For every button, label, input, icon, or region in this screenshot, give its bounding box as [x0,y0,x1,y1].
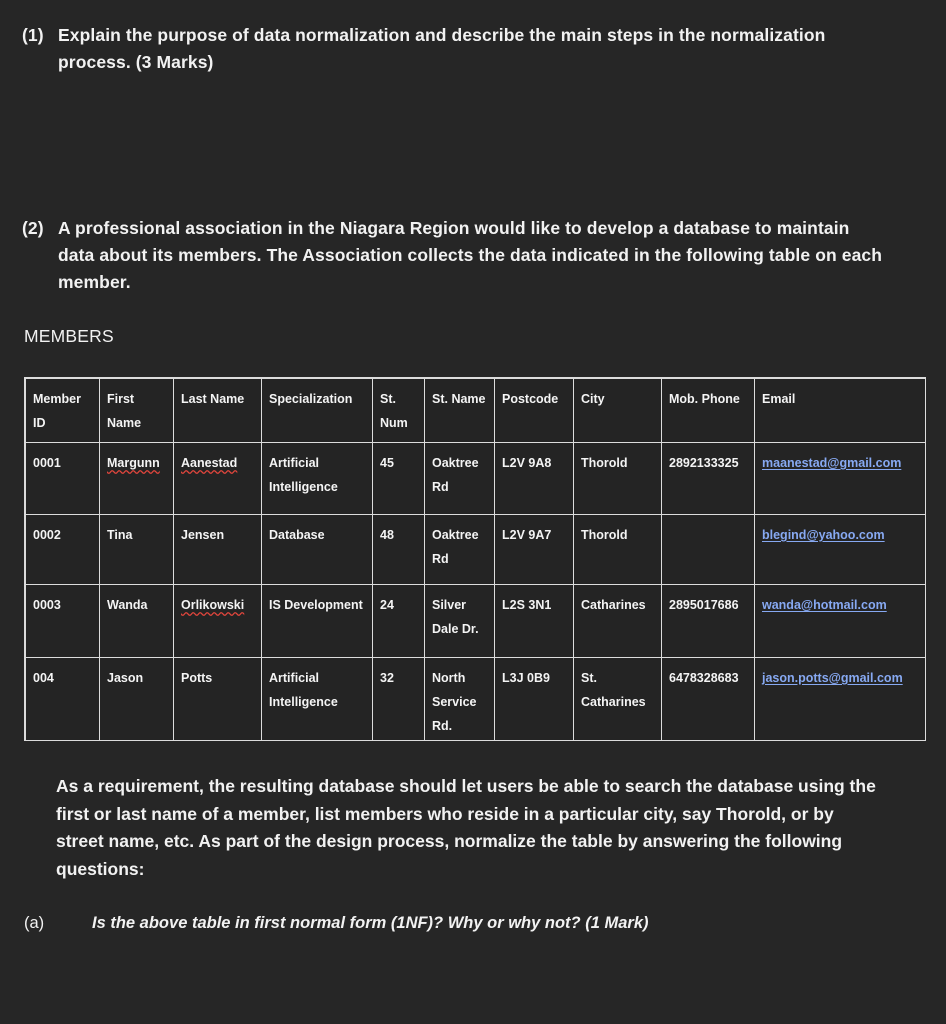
cell-last-name: Potts [173,657,262,740]
sub-question-a-label: (a) [24,914,45,932]
question-1-text: Explain the purpose of data normalizatio… [58,22,946,76]
members-table: Member ID First Name Last Name Specializ… [25,378,925,740]
question-2-number: (2) [22,218,44,238]
table-header-row: Member ID First Name Last Name Specializ… [25,378,925,443]
column-header-postcode: Postcode [494,378,574,443]
cell-st-num: 32 [372,657,425,740]
cell-city: Catharines [573,584,662,658]
cell-email: maanestad@gmail.com [754,442,925,515]
question-1-number: (1) [22,25,44,45]
members-table-body: 0001 Margunn Aanestad Artificial Intelli… [25,442,925,740]
table-row: 0003 Wanda Orlikowski IS Development 24 … [25,584,925,658]
cell-first-name: Margunn [99,442,174,515]
cell-specialization: Artificial Intelligence [261,442,373,515]
cell-st-name: North Service Rd. [424,657,495,740]
cell-specialization: Database [261,514,373,585]
column-header-last-name: Last Name [173,378,262,443]
cell-mob-phone: 2892133325 [661,442,755,515]
cell-member-id: 0003 [25,584,100,658]
cell-st-num: 45 [372,442,425,515]
cell-mob-phone: 2895017686 [661,584,755,658]
column-header-st-name: St. Name [424,378,495,443]
cell-email: jason.potts@gmail.com [754,657,925,740]
cell-postcode: L3J 0B9 [494,657,574,740]
cell-postcode: L2S 3N1 [494,584,574,658]
question-2: (2) A professional association in the Ni… [0,215,946,296]
column-header-member-id: Member ID [25,378,100,443]
cell-member-id: 004 [25,657,100,740]
cell-email: blegind@yahoo.com [754,514,925,585]
column-header-specialization: Specialization [261,378,373,443]
email-link[interactable]: wanda@hotmail.com [762,598,887,612]
email-link[interactable]: blegind@yahoo.com [762,528,885,542]
cell-last-name: Aanestad [173,442,262,515]
cell-city: St. Catharines [573,657,662,740]
cell-specialization: IS Development [261,584,373,658]
cell-first-name: Jason [99,657,174,740]
cell-city: Thorold [573,514,662,585]
sub-question-a-text: Is the above table in first normal form … [92,910,946,936]
members-table-caption: MEMBERS [24,326,114,346]
cell-st-num: 24 [372,584,425,658]
question-1-marks: (3 Marks) [135,52,214,72]
sub-question-a-body: Is the above table in first normal form … [92,914,586,932]
column-header-first-name: First Name [99,378,174,443]
sub-question-a-marks: (1 Mark) [585,914,649,932]
cell-st-name: Oaktree Rd [424,442,495,515]
cell-city: Thorold [573,442,662,515]
question-1: (1) Explain the purpose of data normaliz… [0,22,946,76]
cell-first-name: Tina [99,514,174,585]
last-name-value: Aanestad [181,456,238,470]
cell-member-id: 0001 [25,442,100,515]
cell-st-num: 48 [372,514,425,585]
cell-st-name: Silver Dale Dr. [424,584,495,658]
email-link[interactable]: maanestad@gmail.com [762,456,901,470]
cell-email: wanda@hotmail.com [754,584,925,658]
cell-postcode: L2V 9A8 [494,442,574,515]
sub-question-a: (a) Is the above table in first normal f… [0,910,946,936]
requirement-paragraph: As a requirement, the resulting database… [56,776,876,879]
question-2-text: A professional association in the Niagar… [58,218,883,292]
table-row: 0001 Margunn Aanestad Artificial Intelli… [25,442,925,515]
column-header-email: Email [754,378,925,443]
column-header-mob-phone: Mob. Phone [661,378,755,443]
cell-postcode: L2V 9A7 [494,514,574,585]
table-row: 004 Jason Potts Artificial Intelligence … [25,657,925,740]
table-row: 0002 Tina Jensen Database 48 Oaktree Rd … [25,514,925,585]
first-name-value: Margunn [107,456,160,470]
cell-mob-phone: 6478328683 [661,657,755,740]
column-header-city: City [573,378,662,443]
members-table-container: Member ID First Name Last Name Specializ… [24,377,926,741]
cell-mob-phone [661,514,755,585]
cell-member-id: 0002 [25,514,100,585]
cell-specialization: Artificial Intelligence [261,657,373,740]
last-name-value: Orlikowski [181,598,245,612]
exam-page: (1) Explain the purpose of data normaliz… [0,0,946,1024]
cell-last-name: Jensen [173,514,262,585]
email-link[interactable]: jason.potts@gmail.com [762,671,903,685]
column-header-st-num: St. Num [372,378,425,443]
cell-st-name: Oaktree Rd [424,514,495,585]
cell-first-name: Wanda [99,584,174,658]
cell-last-name: Orlikowski [173,584,262,658]
